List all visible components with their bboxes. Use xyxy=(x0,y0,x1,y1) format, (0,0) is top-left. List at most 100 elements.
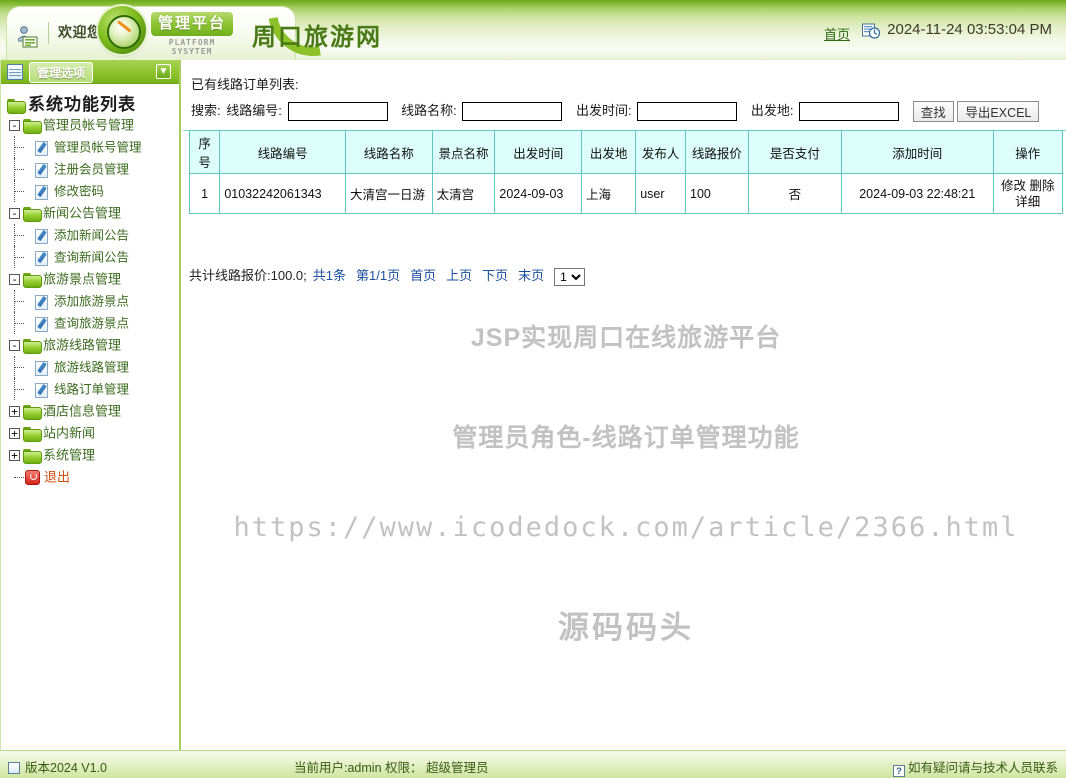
datetime-display: 2024-11-24 03:53:04 PM xyxy=(887,21,1052,38)
expand-icon[interactable]: + xyxy=(9,428,20,440)
export-excel-button[interactable]: 导出EXCEL xyxy=(957,101,1040,123)
search-place-label: 出发地: xyxy=(750,103,794,118)
sidebar-item-11[interactable]: 旅游线路管理 xyxy=(1,356,182,378)
cell-operations: 修改 删除 详细 xyxy=(992,173,1064,214)
expand-icon[interactable]: + xyxy=(9,450,20,462)
pager-prev[interactable]: 上页 xyxy=(446,268,472,283)
cell-index: 1 xyxy=(188,173,221,214)
sidebar-item-8[interactable]: 添加旅游景点 xyxy=(1,290,182,312)
find-button[interactable]: 查找 xyxy=(912,101,954,123)
search-code-input[interactable] xyxy=(287,102,388,122)
footer-current-user: 当前用户:admin 权限： 超级管理员 xyxy=(294,761,489,775)
sidebar-item-4[interactable]: - 新闻公告管理 xyxy=(1,202,182,224)
collapse-icon[interactable]: - xyxy=(9,208,20,220)
tree-connector-stub xyxy=(14,389,24,390)
pager-first[interactable]: 首页 xyxy=(410,268,436,283)
sidebar-item-label: 旅游景点管理 xyxy=(43,271,122,287)
folder-icon xyxy=(23,339,42,355)
main-content: 已有线路订单列表: 搜索: 线路编号: 线路名称: 出发时间: 出发地: 查找 … xyxy=(183,60,1066,750)
tree-connector-stub xyxy=(14,147,24,148)
footer-version-label: 版本2024 V1.0 xyxy=(25,761,107,775)
pagination: 共计线路报价:100.0; 共1条 第1/1页 首页 上页 下页 末页 1 xyxy=(189,265,586,286)
sidebar-item-15[interactable]: + 系统管理 xyxy=(1,444,182,466)
collapse-arrow-icon[interactable]: ▼ xyxy=(156,64,171,79)
pen-icon xyxy=(35,294,50,311)
sidebar-item-label: 管理员帐号管理 xyxy=(54,140,142,155)
sidebar-item-3[interactable]: 修改密码 xyxy=(1,180,182,202)
sidebar-item-label: 修改密码 xyxy=(54,184,105,199)
search-place-input[interactable] xyxy=(799,102,900,122)
sidebar-item-12[interactable]: 线路订单管理 xyxy=(1,378,182,400)
cell-paid: 否 xyxy=(747,173,842,214)
admin-page: 欢迎您– 管理平台 PLATFORM SYSYTEM 周口旅游网 首页 2024… xyxy=(0,0,1066,778)
sidebar-item-label: 系统管理 xyxy=(43,447,96,463)
sidebar-item-14[interactable]: + 站内新闻 xyxy=(1,422,182,444)
sidebar-item-6[interactable]: 查询新闻公告 xyxy=(1,246,182,268)
expand-icon[interactable]: + xyxy=(9,406,20,418)
sidebar-item-label: 酒店信息管理 xyxy=(43,403,122,419)
folder-icon xyxy=(23,273,42,289)
sidebar-item-label: 旅游线路管理 xyxy=(54,360,130,375)
pen-icon xyxy=(35,184,50,201)
search-prefix-label: 搜索: xyxy=(191,103,221,118)
cell-depart-place: 上海 xyxy=(581,173,637,214)
delete-link[interactable]: 删除 xyxy=(1030,179,1055,193)
table-row: 1 01032242061343 大清宫一日游 太清宫 2024-09-03 上… xyxy=(188,173,1064,214)
sidebar: 管理选项 ▼ 系统功能列表 - 管理员帐号管理 管理员帐号管理 注册会员管理 修改密码 -… xyxy=(0,60,181,750)
sidebar-item-label: 注册会员管理 xyxy=(54,162,130,177)
collapse-icon[interactable]: - xyxy=(9,340,20,352)
sidebar-item-5[interactable]: 添加新闻公告 xyxy=(1,224,182,246)
orders-table: 序号 线路编号 线路名称 景点名称 出发时间 出发地 发布人 线路报价 是否支付… xyxy=(188,130,1064,214)
page-footer: 版本2024 V1.0 当前用户:admin 权限： 超级管理员 ? 如有疑问请与… xyxy=(0,750,1066,778)
sidebar-item-7[interactable]: - 旅游景点管理 xyxy=(1,268,182,290)
search-name-input[interactable] xyxy=(462,102,563,122)
pen-icon xyxy=(35,316,50,333)
footer-contact-label: 如有疑问请与技术人员联系 xyxy=(907,761,1058,775)
clock-icon xyxy=(862,23,880,39)
function-tree: - 管理员帐号管理管理员帐号管理 注册会员管理 修改密码 - 新闻公告管理添加新闻公告 查询… xyxy=(1,114,182,488)
ops-line-top: 修改 删除 xyxy=(998,178,1058,194)
sidebar-item-16[interactable]: 退出 xyxy=(1,466,182,488)
sidebar-item-9[interactable]: 查询旅游景点 xyxy=(1,312,182,334)
tree-title: 系统功能列表 xyxy=(7,90,136,115)
pager-page-info: 第1/1页 xyxy=(356,268,401,283)
sidebar-item-1[interactable]: 管理员帐号管理 xyxy=(1,136,182,158)
page-select[interactable]: 1 xyxy=(554,267,586,286)
watermark-line-3: https://www.icodedock.com/article/2366.h… xyxy=(233,512,1019,543)
table-header-row: 序号 线路编号 线路名称 景点名称 出发时间 出发地 发布人 线路报价 是否支付… xyxy=(188,130,1064,174)
home-link[interactable]: 首页 xyxy=(824,24,850,43)
folder-icon xyxy=(7,99,26,115)
tree-connector xyxy=(14,477,24,478)
pen-icon xyxy=(35,228,50,245)
cell-depart-time: 2024-09-03 xyxy=(494,173,583,214)
sidebar-item-label: 新闻公告管理 xyxy=(43,205,122,221)
th-line-name: 线路名称 xyxy=(344,130,433,174)
folder-icon xyxy=(23,449,42,465)
collapse-icon[interactable]: - xyxy=(9,120,20,132)
sidebar-item-0[interactable]: - 管理员帐号管理 xyxy=(1,114,182,136)
tree-connector-stub xyxy=(14,257,24,258)
sidebar-item-10[interactable]: - 旅游线路管理 xyxy=(1,334,182,356)
cell-code: 01032242061343 xyxy=(219,173,346,214)
pen-icon xyxy=(35,250,50,267)
detail-link[interactable]: 详细 xyxy=(1015,195,1040,209)
tree-connector-stub xyxy=(14,367,24,368)
pager-last[interactable]: 末页 xyxy=(518,268,544,283)
sidebar-item-2[interactable]: 注册会员管理 xyxy=(1,158,182,180)
folder-icon xyxy=(23,207,42,223)
platform-badge: 管理平台 xyxy=(150,11,234,37)
window-icon xyxy=(8,762,20,774)
folder-icon xyxy=(23,427,42,443)
search-bar: 搜索: 线路编号: 线路名称: 出发时间: 出发地: 查找 导出EXCEL xyxy=(191,100,1060,124)
sidebar-item-label: 旅游线路管理 xyxy=(43,337,122,353)
pager-next[interactable]: 下页 xyxy=(482,268,508,283)
th-index: 序号 xyxy=(188,130,221,174)
search-time-input[interactable] xyxy=(637,102,738,122)
sidebar-item-13[interactable]: + 酒店信息管理 xyxy=(1,400,182,422)
edit-link[interactable]: 修改 xyxy=(1001,179,1026,193)
sidebar-panel-label: 管理选项 xyxy=(29,62,94,83)
search-time-label: 出发时间: xyxy=(576,103,632,118)
collapse-icon[interactable]: - xyxy=(9,274,20,286)
exit-icon xyxy=(25,470,40,486)
th-publisher: 发布人 xyxy=(635,130,687,174)
